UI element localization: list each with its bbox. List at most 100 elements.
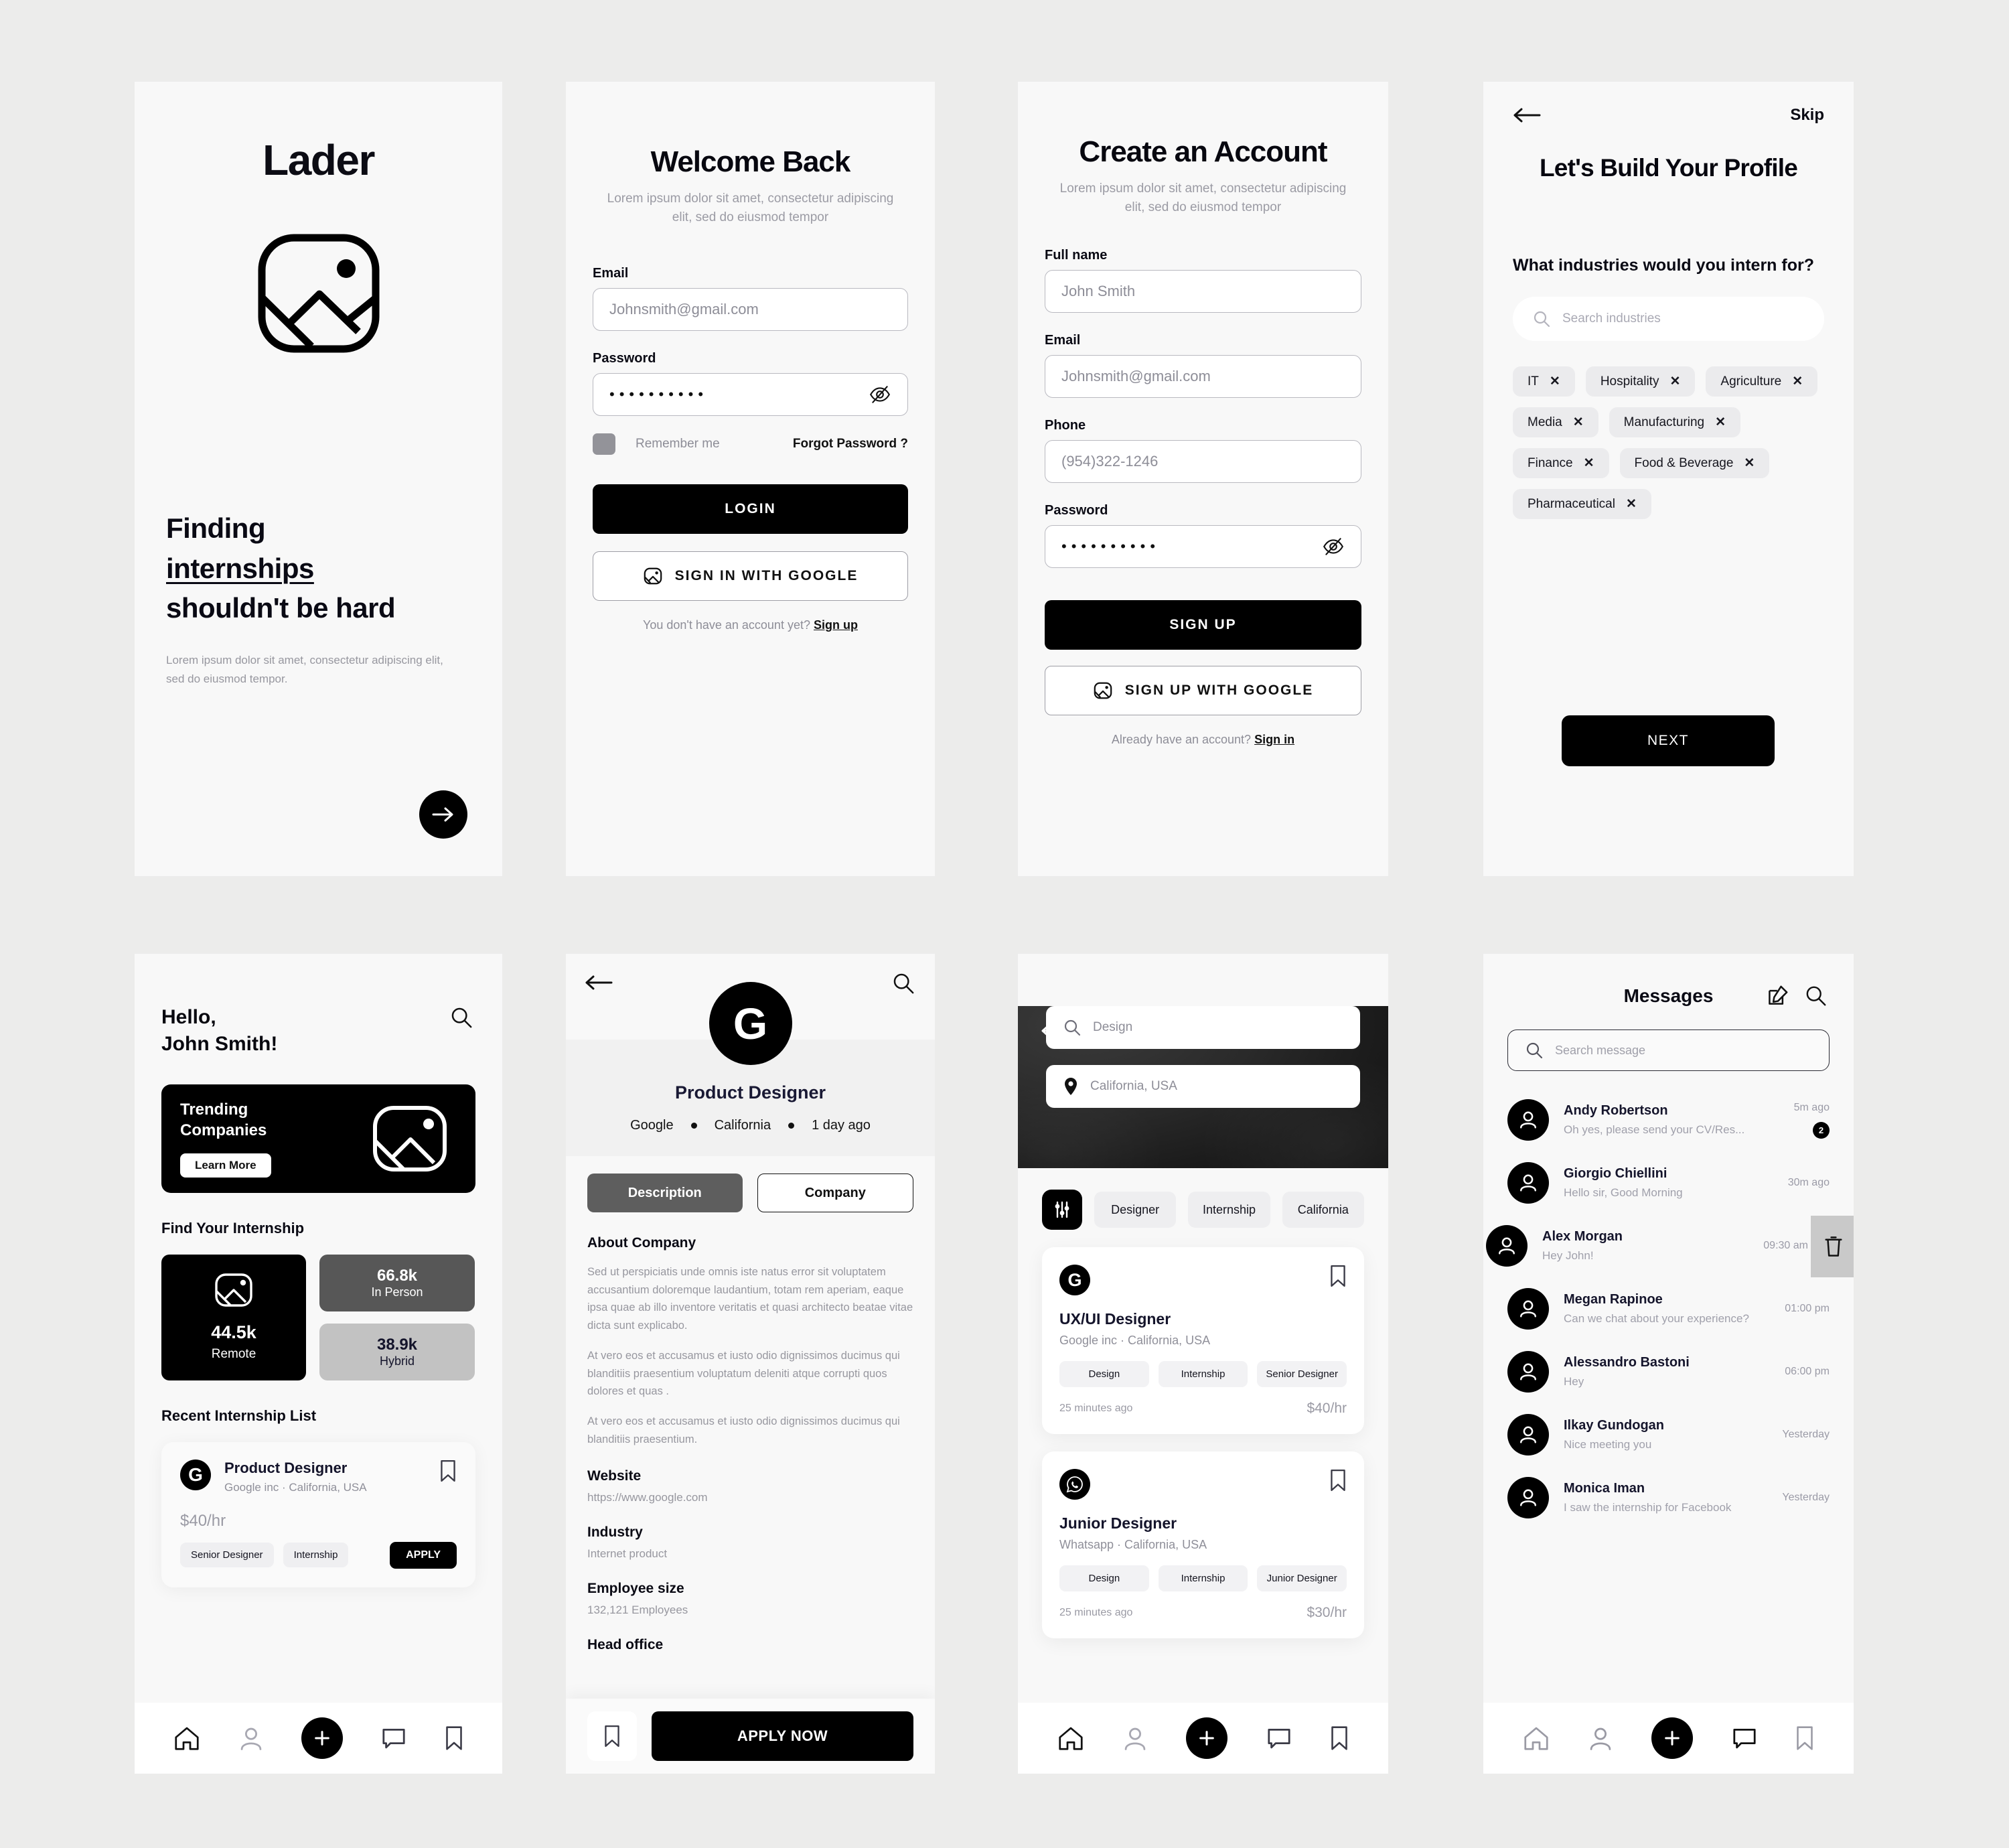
- password-input[interactable]: ••••••••••: [593, 373, 908, 417]
- chat-icon[interactable]: [1732, 1726, 1757, 1750]
- arrow-left-icon[interactable]: [1513, 108, 1541, 123]
- thread-name: Alessandro Bastoni: [1564, 1355, 1690, 1370]
- industry-chip[interactable]: Manufacturing ✕: [1609, 407, 1740, 437]
- close-icon[interactable]: ✕: [1550, 374, 1560, 389]
- result-card[interactable]: Junior Designer Whatsapp · California, U…: [1042, 1451, 1364, 1638]
- filter-button[interactable]: [1042, 1190, 1082, 1230]
- bookmark-button[interactable]: [1329, 1265, 1347, 1287]
- filter-chip[interactable]: Internship: [1188, 1192, 1270, 1228]
- sign-up-link[interactable]: Sign up: [814, 618, 858, 632]
- eye-off-icon[interactable]: [1322, 535, 1345, 558]
- bookmark-button[interactable]: [1329, 1469, 1347, 1492]
- message-thread-row[interactable]: Andy Robertson Oh yes, please send your …: [1483, 1088, 1854, 1151]
- close-icon[interactable]: ✕: [1669, 374, 1680, 389]
- message-thread-row[interactable]: Alex Morgan Hey John! 09:30 am: [1483, 1214, 1854, 1277]
- result-tag[interactable]: Internship: [1158, 1361, 1248, 1387]
- delete-thread-button[interactable]: [1811, 1216, 1854, 1277]
- apply-button[interactable]: APPLY: [390, 1541, 457, 1569]
- industry-chip[interactable]: Media ✕: [1513, 407, 1598, 437]
- home-icon[interactable]: [1057, 1725, 1084, 1751]
- job-tag[interactable]: Senior Designer: [180, 1543, 274, 1568]
- close-icon[interactable]: ✕: [1792, 374, 1803, 389]
- email-input[interactable]: Johnsmith@gmail.com: [593, 288, 908, 332]
- sign-up-google-button[interactable]: SIGN UP WITH GOOGLE: [1045, 666, 1361, 716]
- apply-now-button[interactable]: APPLY NOW: [652, 1711, 913, 1761]
- recent-job-card[interactable]: G Product Designer Google inc · Californ…: [161, 1441, 475, 1587]
- profile-icon[interactable]: [238, 1725, 264, 1751]
- login-button[interactable]: LOGIN: [593, 484, 908, 535]
- search-button[interactable]: [450, 1006, 473, 1029]
- website-value[interactable]: https://www.google.com: [587, 1491, 913, 1504]
- add-button[interactable]: [1186, 1717, 1228, 1759]
- industry-chip[interactable]: IT ✕: [1513, 366, 1575, 397]
- message-thread-row[interactable]: Alessandro Bastoni Hey 06:00 pm: [1483, 1340, 1854, 1403]
- remember-me-checkbox[interactable]: [593, 433, 615, 455]
- sign-in-google-button[interactable]: SIGN IN WITH GOOGLE: [593, 551, 908, 601]
- arrow-left-icon[interactable]: [585, 975, 613, 990]
- search-query-input[interactable]: Design: [1046, 1006, 1360, 1049]
- fullname-input[interactable]: John Smith: [1045, 270, 1361, 313]
- search-icon[interactable]: [1805, 985, 1827, 1007]
- message-thread-row[interactable]: Megan Rapinoe Can we chat about your exp…: [1483, 1277, 1854, 1340]
- search-icon[interactable]: [892, 972, 915, 995]
- bookmark-icon[interactable]: [445, 1725, 463, 1751]
- result-tag[interactable]: Design: [1059, 1565, 1149, 1591]
- search-location-input[interactable]: California, USA: [1046, 1065, 1360, 1108]
- email-input[interactable]: Johnsmith@gmail.com: [1045, 355, 1361, 399]
- add-button[interactable]: [301, 1717, 344, 1759]
- job-tag[interactable]: Internship: [283, 1543, 349, 1568]
- tab-description[interactable]: Description: [587, 1174, 743, 1212]
- skip-button[interactable]: Skip: [1790, 106, 1824, 125]
- tile-in-person[interactable]: 66.8k In Person: [319, 1254, 475, 1311]
- learn-more-button[interactable]: Learn More: [180, 1153, 271, 1178]
- message-thread-row[interactable]: Giorgio Chiellini Hello sir, Good Mornin…: [1483, 1151, 1854, 1214]
- trending-companies-banner[interactable]: Trending Companies Learn More: [161, 1084, 475, 1193]
- close-icon[interactable]: ✕: [1744, 455, 1755, 471]
- phone-input[interactable]: (954)322-1246: [1045, 440, 1361, 484]
- industry-chip[interactable]: Agriculture ✕: [1706, 366, 1818, 397]
- result-tag[interactable]: Junior Designer: [1257, 1565, 1347, 1591]
- bookmark-button[interactable]: [439, 1460, 457, 1482]
- result-card[interactable]: G UX/UI Designer Google inc · California…: [1042, 1247, 1364, 1434]
- industry-chip[interactable]: Hospitality ✕: [1585, 366, 1696, 397]
- chat-icon[interactable]: [1266, 1726, 1292, 1750]
- next-button[interactable]: NEXT: [1562, 715, 1775, 766]
- bookmark-icon[interactable]: [1795, 1725, 1814, 1751]
- close-icon[interactable]: ✕: [1584, 455, 1594, 471]
- result-tag[interactable]: Internship: [1158, 1565, 1248, 1591]
- page-subtitle: Lorem ipsum dolor sit amet, consectetur …: [1059, 182, 1347, 215]
- thread-right: 09:30 am: [1763, 1240, 1808, 1252]
- close-icon[interactable]: ✕: [1573, 415, 1584, 430]
- profile-icon[interactable]: [1588, 1725, 1613, 1751]
- message-thread-row[interactable]: Ilkay Gundogan Nice meeting you Yesterda…: [1483, 1403, 1854, 1466]
- message-thread-row[interactable]: Monica Iman I saw the internship for Fac…: [1483, 1466, 1854, 1529]
- search-message-input[interactable]: Search message: [1507, 1029, 1830, 1071]
- filter-chip[interactable]: California: [1282, 1192, 1364, 1228]
- password-input[interactable]: ••••••••••: [1045, 525, 1361, 569]
- industry-chip[interactable]: Food & Beverage ✕: [1619, 448, 1770, 478]
- next-arrow-button[interactable]: [419, 790, 467, 839]
- result-tag[interactable]: Senior Designer: [1257, 1361, 1347, 1387]
- industry-chip[interactable]: Pharmaceutical ✕: [1513, 489, 1651, 519]
- filter-chip[interactable]: Designer: [1094, 1192, 1177, 1228]
- chat-icon[interactable]: [381, 1726, 406, 1750]
- add-button[interactable]: [1651, 1717, 1694, 1759]
- home-icon[interactable]: [1523, 1725, 1550, 1751]
- bookmark-icon[interactable]: [1330, 1725, 1349, 1751]
- tile-hybrid[interactable]: 38.9k Hybrid: [319, 1323, 475, 1380]
- profile-icon[interactable]: [1122, 1725, 1148, 1751]
- result-tag[interactable]: Design: [1059, 1361, 1149, 1387]
- tile-remote[interactable]: 44.5k Remote: [161, 1254, 306, 1380]
- search-industries-input[interactable]: Search industries: [1513, 297, 1824, 341]
- signup-button[interactable]: SIGN UP: [1045, 600, 1361, 650]
- home-icon[interactable]: [173, 1725, 200, 1751]
- bookmark-button[interactable]: [587, 1711, 637, 1761]
- close-icon[interactable]: ✕: [1626, 496, 1637, 512]
- tab-company[interactable]: Company: [757, 1174, 913, 1212]
- sign-in-link[interactable]: Sign in: [1254, 733, 1294, 746]
- eye-off-icon[interactable]: [869, 383, 891, 406]
- industry-chip[interactable]: Finance ✕: [1513, 448, 1609, 478]
- compose-icon[interactable]: [1767, 985, 1789, 1006]
- close-icon[interactable]: ✕: [1715, 415, 1726, 430]
- forgot-password-link[interactable]: Forgot Password ?: [793, 437, 908, 451]
